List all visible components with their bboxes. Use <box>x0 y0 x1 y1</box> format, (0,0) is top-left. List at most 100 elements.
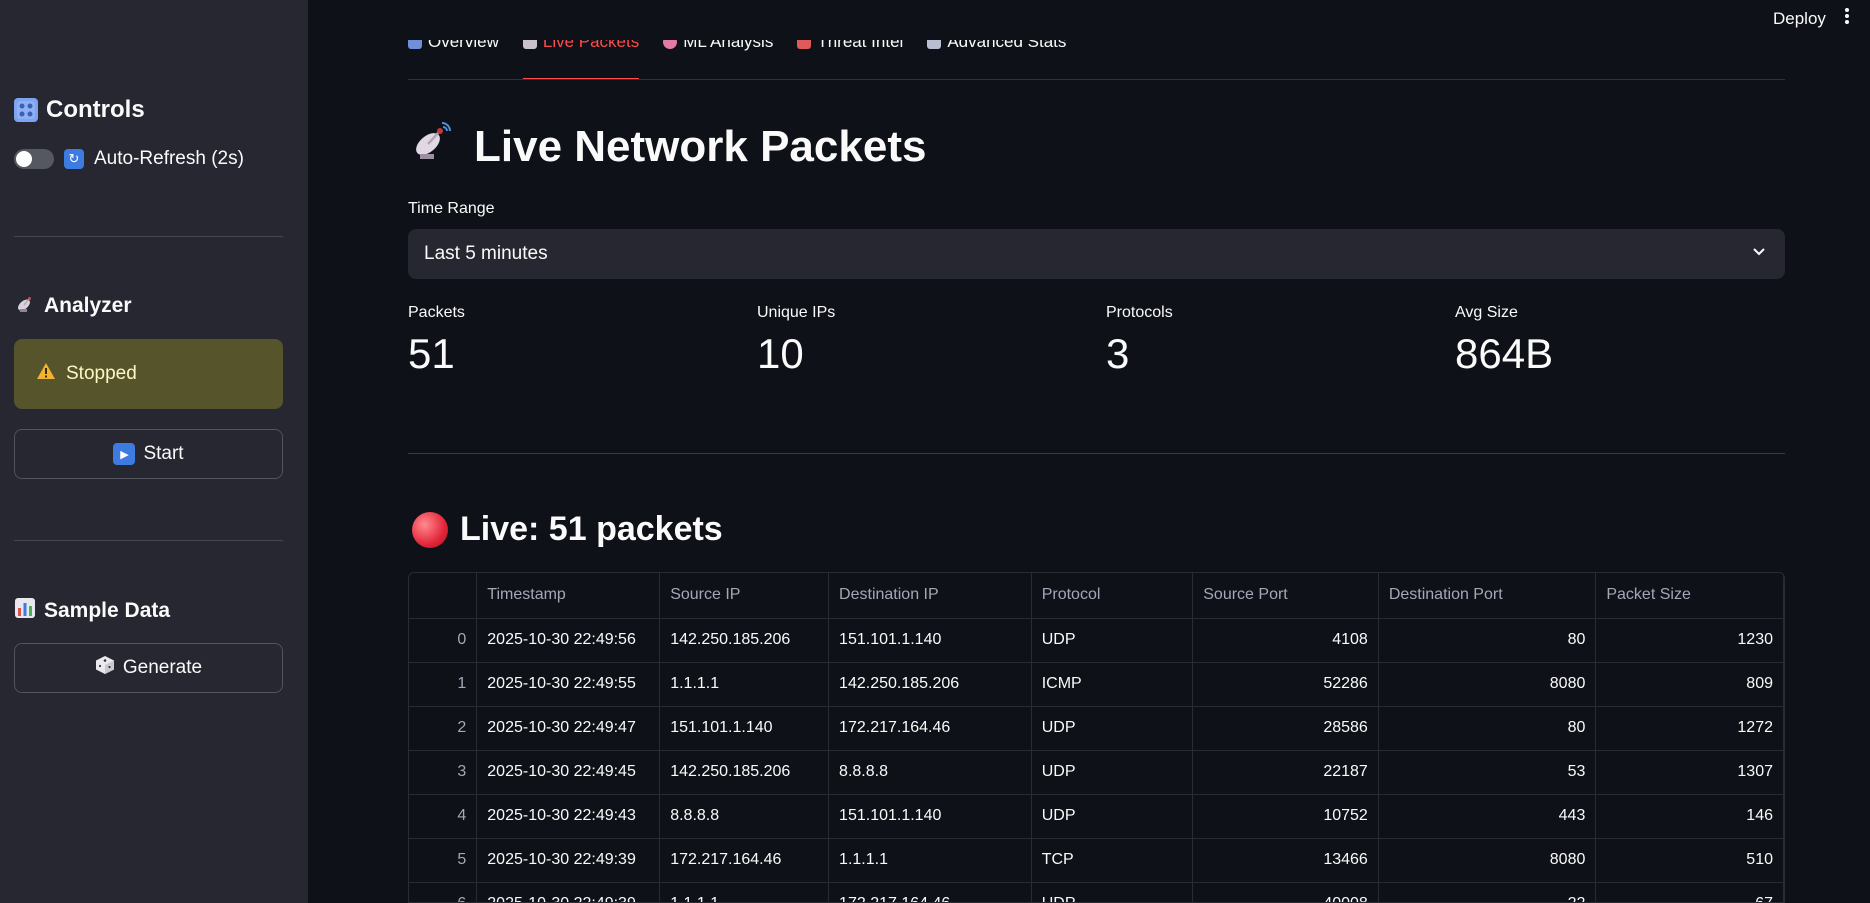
tab-overview[interactable]: Overview <box>408 40 499 79</box>
table-cell: 142.250.185.206 <box>828 662 1032 707</box>
column-header[interactable]: Source Port <box>1192 573 1379 619</box>
table-cell: 4108 <box>1192 618 1379 663</box>
warning-icon <box>36 362 56 386</box>
table-cell: 1307 <box>1595 750 1784 795</box>
time-range-select[interactable]: Last 5 minutes <box>408 229 1785 279</box>
analyzer-title: Analyzer <box>44 294 132 317</box>
table-cell: 2025-10-30 22:49:45 <box>476 750 661 795</box>
table-cell: 146 <box>1595 794 1784 839</box>
table-cell: 22187 <box>1192 750 1379 795</box>
play-icon: ▶ <box>113 443 136 465</box>
sample-data-title: Sample Data <box>44 599 171 622</box>
page-title-text: Live Network Packets <box>474 121 927 171</box>
table-cell: 2025-10-30 22:49:43 <box>476 794 661 839</box>
dice-icon <box>95 655 115 681</box>
chart-icon <box>408 40 422 49</box>
tab-label: Overview <box>428 40 499 51</box>
controls-title: Controls <box>46 96 145 123</box>
table-cell: 510 <box>1595 838 1784 883</box>
column-header[interactable]: Packet Size <box>1595 573 1784 619</box>
table-cell: 8080 <box>1378 662 1597 707</box>
table-cell: 6 <box>409 882 478 902</box>
sample-data-section: Sample Data <box>14 597 283 625</box>
live-heading: Live: 51 packets <box>412 510 723 549</box>
metric-value: 864B <box>1455 330 1554 377</box>
packets-table[interactable]: Timestamp Source IP Destination IP Proto… <box>408 572 1785 903</box>
table-cell: 443 <box>1378 794 1597 839</box>
table-cell: 40008 <box>1192 882 1379 902</box>
table-cell: 809 <box>1595 662 1784 707</box>
toggle-knob <box>16 151 32 167</box>
metric-avg-size: Avg Size 864B <box>1455 304 1553 378</box>
table-row[interactable]: 0 2025-10-30 22:49:56 142.250.185.206 15… <box>409 618 1784 663</box>
table-cell: 0 <box>409 618 478 663</box>
column-header[interactable]: Destination IP <box>828 573 1032 619</box>
deploy-button[interactable]: Deploy <box>1773 9 1826 29</box>
alarm-icon <box>797 40 812 49</box>
time-range-label: Time Range <box>408 200 495 217</box>
tab-label: Advanced Stats <box>947 40 1067 51</box>
table-cell: 5 <box>409 838 478 883</box>
table-cell: 172.217.164.46 <box>659 838 830 883</box>
table-cell: 2025-10-30 22:49:39 <box>476 838 661 883</box>
metric-value: 10 <box>757 330 804 377</box>
table-header-row: Timestamp Source IP Destination IP Proto… <box>409 573 1784 619</box>
table-cell: 151.101.1.140 <box>659 706 830 751</box>
table-row[interactable]: 4 2025-10-30 22:49:43 8.8.8.8 151.101.1.… <box>409 794 1784 839</box>
page-title: Live Network Packets <box>408 118 926 175</box>
column-header[interactable]: Destination Port <box>1378 573 1597 619</box>
tab-threat-intel[interactable]: Threat Intel <box>797 40 903 79</box>
table-cell: 1230 <box>1595 618 1784 663</box>
tab-ml-analysis[interactable]: ML Analysis <box>663 40 773 79</box>
metric-unique-ips: Unique IPs 10 <box>757 304 835 378</box>
table-cell: 10752 <box>1192 794 1379 839</box>
start-button[interactable]: ▶ Start <box>14 429 283 479</box>
metric-label: Packets <box>408 304 465 321</box>
satellite-antenna-icon <box>522 40 537 49</box>
column-header[interactable]: Timestamp <box>476 573 661 619</box>
table-row[interactable]: 3 2025-10-30 22:49:45 142.250.185.206 8.… <box>409 750 1784 795</box>
table-cell: 13466 <box>1192 838 1379 883</box>
controls-section: Controls <box>14 96 283 124</box>
table-row[interactable]: 6 2025-10-30 22:49:39 1.1.1.1 172.217.16… <box>409 882 1784 902</box>
table-cell: 1.1.1.1 <box>828 838 1032 883</box>
section-divider <box>408 453 1785 454</box>
brain-icon <box>663 40 678 49</box>
time-range-value: Last 5 minutes <box>424 243 548 264</box>
tab-advanced-stats[interactable]: Advanced Stats <box>927 40 1067 79</box>
auto-refresh-toggle[interactable] <box>14 149 54 169</box>
table-cell: 8.8.8.8 <box>828 750 1032 795</box>
table-cell: 3 <box>409 750 478 795</box>
table-cell: 2025-10-30 22:49:47 <box>476 706 661 751</box>
table-cell: 4 <box>409 794 478 839</box>
table-cell: 1272 <box>1595 706 1784 751</box>
table-cell: UDP <box>1031 794 1194 839</box>
column-header[interactable]: Source IP <box>659 573 830 619</box>
table-cell: 1.1.1.1 <box>659 662 830 707</box>
refresh-icon: ↻ <box>64 149 84 169</box>
table-cell: 8.8.8.8 <box>659 794 830 839</box>
metric-label: Unique IPs <box>757 304 836 321</box>
generate-button[interactable]: Generate <box>14 643 283 693</box>
table-cell: 8080 <box>1378 838 1597 883</box>
table-cell: 2 <box>409 706 478 751</box>
metric-protocols: Protocols 3 <box>1106 304 1173 378</box>
auto-refresh-row: ↻ Auto-Refresh (2s) <box>14 148 283 170</box>
table-cell: 22 <box>1378 882 1597 902</box>
table-cell: 142.250.185.206 <box>659 750 830 795</box>
analyzer-section: Analyzer <box>14 292 283 320</box>
table-row[interactable]: 5 2025-10-30 22:49:39 172.217.164.46 1.1… <box>409 838 1784 883</box>
column-header[interactable]: Protocol <box>1031 573 1194 619</box>
table-cell: UDP <box>1031 706 1194 751</box>
table-cell: 151.101.1.140 <box>828 618 1032 663</box>
table-row[interactable]: 1 2025-10-30 22:49:55 1.1.1.1 142.250.18… <box>409 662 1784 707</box>
kebab-menu-icon[interactable] <box>1843 6 1851 28</box>
column-header-index[interactable] <box>409 573 478 619</box>
table-cell: 53 <box>1378 750 1597 795</box>
table-cell: 2025-10-30 22:49:56 <box>476 618 661 663</box>
metric-label: Avg Size <box>1455 304 1518 321</box>
red-circle-icon <box>412 511 448 548</box>
table-row[interactable]: 2 2025-10-30 22:49:47 151.101.1.140 172.… <box>409 706 1784 751</box>
table-cell: 1 <box>409 662 478 707</box>
tab-live-packets[interactable]: Live Packets <box>522 40 640 79</box>
